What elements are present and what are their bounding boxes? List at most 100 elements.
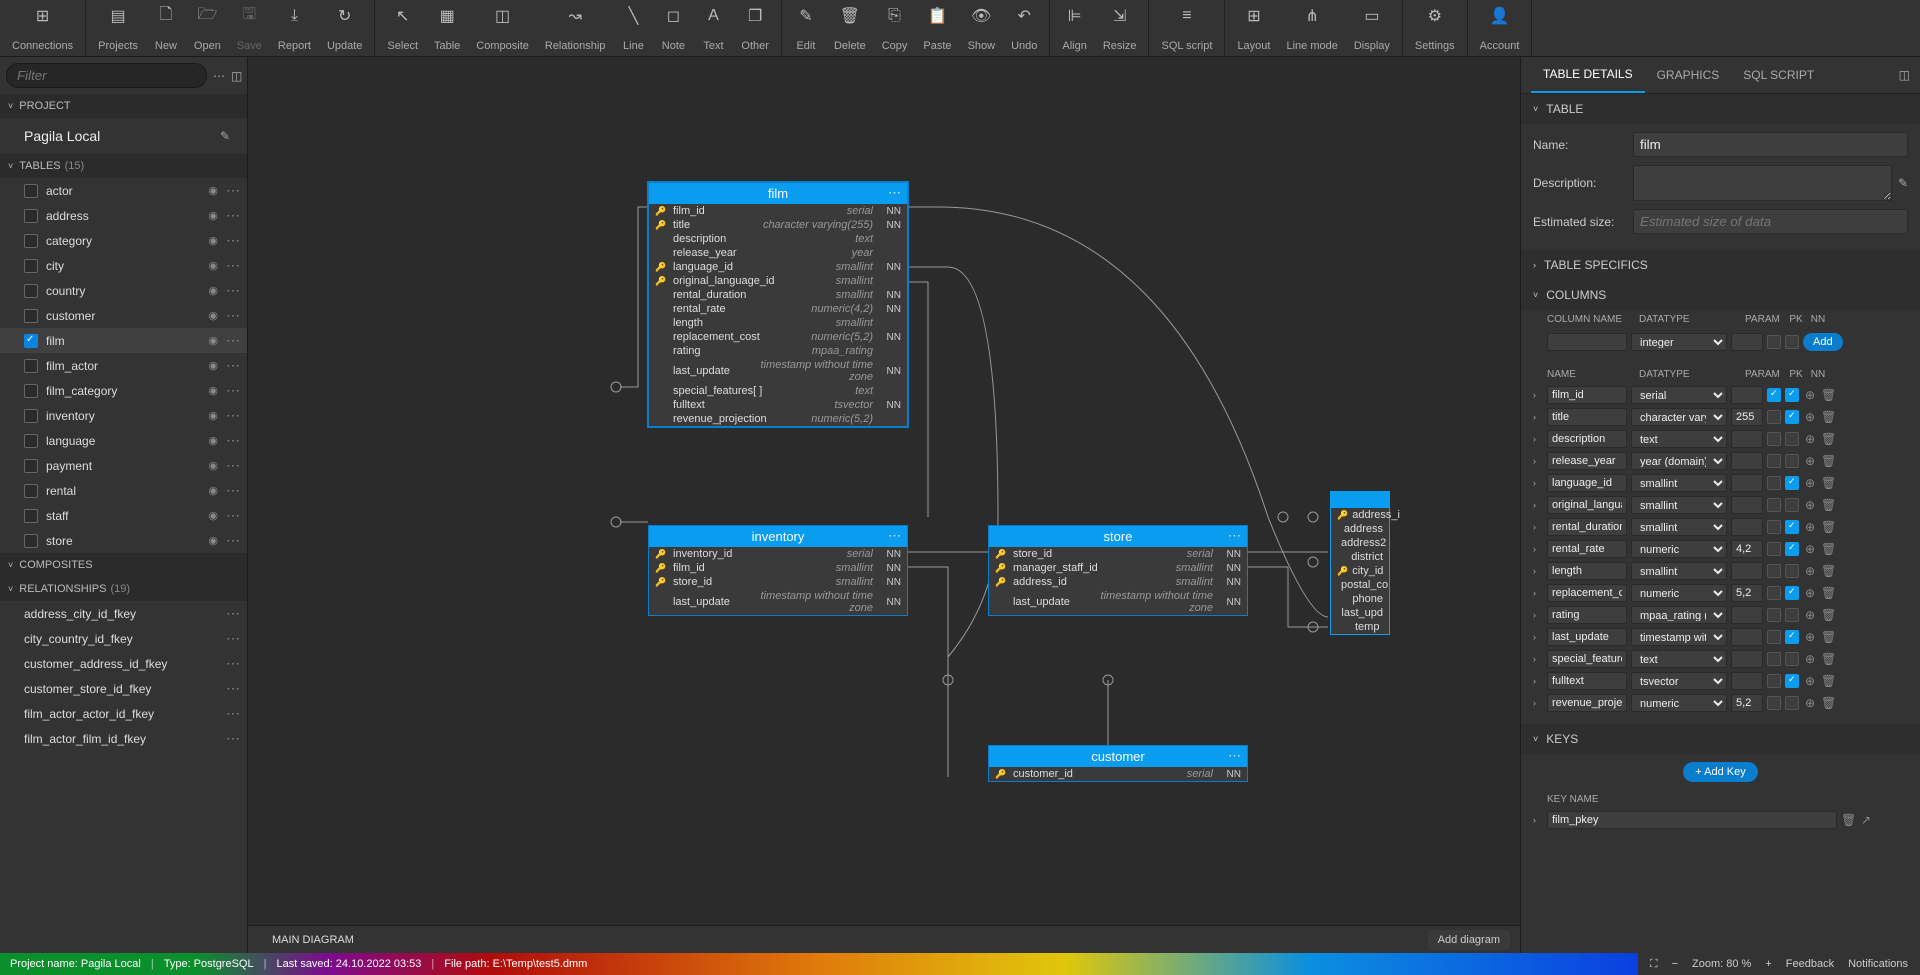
section-specifics[interactable]: ›TABLE SPECIFICS	[1521, 250, 1920, 280]
col-nn-check[interactable]	[1785, 586, 1799, 600]
eye-icon[interactable]: ◉	[208, 384, 218, 397]
col-param-input[interactable]	[1731, 430, 1763, 448]
table-item-film[interactable]: film◉⋯	[0, 328, 247, 353]
col-nn-check[interactable]	[1785, 454, 1799, 468]
checkbox[interactable]	[24, 209, 38, 223]
drag-icon[interactable]: ⊕	[1803, 674, 1817, 688]
more-icon[interactable]: ⋯	[226, 407, 239, 424]
layout-button[interactable]: ⊞Layout	[1229, 0, 1278, 56]
delete-icon[interactable]: 🗑	[1821, 476, 1835, 490]
col-param-input[interactable]	[1731, 474, 1763, 492]
delete-icon[interactable]: 🗑	[1821, 608, 1835, 622]
col-nn-check[interactable]	[1785, 630, 1799, 644]
edit-desc-icon[interactable]: ✎	[1898, 176, 1908, 190]
project-name[interactable]: Pagila Local	[24, 128, 213, 144]
more-icon[interactable]: ⋯	[226, 730, 239, 747]
expand-icon[interactable]: ›	[1533, 412, 1543, 422]
col-param-input[interactable]	[1731, 584, 1763, 602]
delete-icon[interactable]: 🗑	[1821, 564, 1835, 578]
table-size-input[interactable]	[1633, 209, 1908, 234]
col-name-input[interactable]	[1547, 584, 1627, 602]
settings-button[interactable]: ⚙Settings	[1407, 0, 1463, 56]
col-name-input[interactable]	[1547, 694, 1627, 712]
col-pk-check[interactable]	[1767, 520, 1781, 534]
more-icon[interactable]: ⋯	[226, 605, 239, 622]
expand-icon[interactable]: ›	[1533, 676, 1543, 686]
tab-table-details[interactable]: TABLE DETAILS	[1531, 57, 1645, 93]
rel-item[interactable]: customer_address_id_fkey⋯	[0, 651, 247, 676]
col-pk-check[interactable]	[1767, 674, 1781, 688]
col-pk-check[interactable]	[1767, 498, 1781, 512]
col-param-input[interactable]	[1731, 496, 1763, 514]
col-param-input[interactable]	[1731, 386, 1763, 404]
col-name-input[interactable]	[1547, 672, 1627, 690]
col-pk-check[interactable]	[1767, 542, 1781, 556]
table-button[interactable]: ▦Table	[426, 0, 468, 56]
eye-icon[interactable]: ◉	[208, 434, 218, 447]
tab-sql-script[interactable]: SQL SCRIPT	[1731, 58, 1826, 92]
text-button[interactable]: AText	[693, 0, 733, 56]
col-nn-check[interactable]	[1785, 476, 1799, 490]
drag-icon[interactable]: ⊕	[1803, 498, 1817, 512]
checkbox[interactable]	[24, 284, 38, 298]
edit-button[interactable]: ✎Edit	[786, 0, 826, 56]
col-type-select[interactable]: smallint	[1631, 496, 1727, 514]
add-diagram-button[interactable]: Add diagram	[1428, 930, 1510, 950]
rel-item[interactable]: customer_store_id_fkey⋯	[0, 676, 247, 701]
eye-icon[interactable]: ◉	[208, 184, 218, 197]
rel-item[interactable]: film_actor_actor_id_fkey⋯	[0, 701, 247, 726]
delete-icon[interactable]: 🗑	[1821, 520, 1835, 534]
col-name-input[interactable]	[1547, 430, 1627, 448]
section-relationships[interactable]: ˅RELATIONSHIPS(19)	[0, 577, 247, 601]
col-type-select[interactable]: smallint	[1631, 474, 1727, 492]
section-composites[interactable]: ˅COMPOSITES	[0, 553, 247, 577]
table-desc-input[interactable]	[1633, 165, 1892, 201]
table-item-city[interactable]: city◉⋯	[0, 253, 247, 278]
drag-icon[interactable]: ⊕	[1803, 476, 1817, 490]
table-item-address[interactable]: address◉⋯	[0, 203, 247, 228]
connections-button[interactable]: ⊞Connections	[4, 0, 81, 56]
new-col-pk[interactable]	[1767, 335, 1781, 349]
delete-icon[interactable]: 🗑	[1821, 498, 1835, 512]
section-tables[interactable]: ˅TABLES(15)	[0, 154, 247, 178]
sidebar-toggle-icon[interactable]: ◫	[231, 64, 242, 88]
expand-icon[interactable]: ›	[1533, 566, 1543, 576]
expand-icon[interactable]: ›	[1533, 456, 1543, 466]
expand-icon[interactable]: ›	[1533, 654, 1543, 664]
add-column-button[interactable]: Add	[1803, 333, 1843, 351]
expand-icon[interactable]: ›	[1533, 390, 1543, 400]
entity-store[interactable]: store⋯ 🔑store_idserialNN🔑manager_staff_i…	[988, 525, 1248, 616]
expand-icon[interactable]: ›	[1533, 698, 1543, 708]
note-button[interactable]: ◻Note	[653, 0, 693, 56]
entity-customer[interactable]: customer⋯ 🔑customer_idserialNN	[988, 745, 1248, 782]
align-button[interactable]: ⊫Align	[1054, 0, 1094, 56]
delete-icon[interactable]: 🗑	[1821, 696, 1835, 710]
tab-graphics[interactable]: GRAPHICS	[1645, 58, 1732, 92]
col-nn-check[interactable]	[1785, 520, 1799, 534]
checkbox[interactable]	[24, 409, 38, 423]
eye-icon[interactable]: ◉	[208, 259, 218, 272]
eye-icon[interactable]: ◉	[208, 334, 218, 347]
delete-icon[interactable]: 🗑	[1821, 388, 1835, 402]
zoom-out-icon[interactable]: −	[1672, 958, 1678, 970]
delete-icon[interactable]: 🗑	[1821, 432, 1835, 446]
add-key-button[interactable]: + Add Key	[1683, 762, 1757, 782]
delete-icon[interactable]: 🗑	[1821, 542, 1835, 556]
col-pk-check[interactable]	[1767, 696, 1781, 710]
edit-project-icon[interactable]: ✎	[213, 124, 237, 148]
rel-item[interactable]: address_city_id_fkey⋯	[0, 601, 247, 626]
col-type-select[interactable]: numeric	[1631, 584, 1727, 602]
sql-script-button[interactable]: ≡SQL script	[1153, 0, 1220, 56]
key-name-input[interactable]	[1547, 811, 1837, 829]
col-pk-check[interactable]	[1767, 476, 1781, 490]
panel-toggle-icon[interactable]: ◫	[1899, 68, 1910, 82]
col-pk-check[interactable]	[1767, 432, 1781, 446]
col-name-input[interactable]	[1547, 540, 1627, 558]
delete-key-icon[interactable]: 🗑	[1841, 813, 1855, 827]
table-item-customer[interactable]: customer◉⋯	[0, 303, 247, 328]
col-param-input[interactable]	[1731, 518, 1763, 536]
col-param-input[interactable]	[1731, 452, 1763, 470]
more-icon[interactable]: ⋯	[226, 282, 239, 299]
checkbox[interactable]	[24, 359, 38, 373]
more-icon[interactable]: ⋯	[226, 655, 239, 672]
